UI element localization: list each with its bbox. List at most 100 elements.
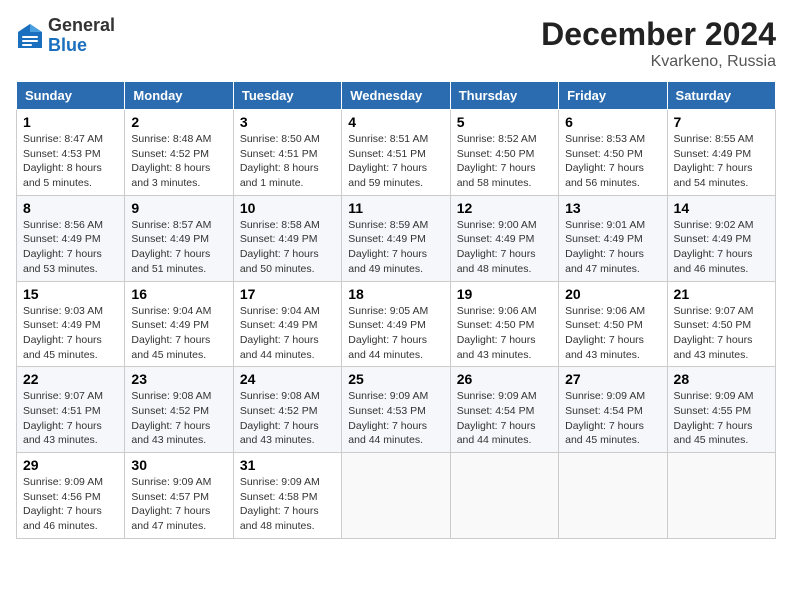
daylight: Daylight: 7 hours and 46 minutes. [674, 248, 753, 275]
day-cell [667, 453, 775, 539]
day-cell: 9 Sunrise: 8:57 AM Sunset: 4:49 PM Dayli… [125, 195, 233, 281]
sunrise: Sunrise: 8:48 AM [131, 133, 211, 145]
sunset: Sunset: 4:50 PM [457, 148, 535, 160]
sunset: Sunset: 4:55 PM [674, 405, 752, 417]
day-number: 16 [131, 286, 226, 302]
daylight: Daylight: 7 hours and 47 minutes. [131, 505, 210, 532]
sunset: Sunset: 4:53 PM [348, 405, 426, 417]
day-cell: 28 Sunrise: 9:09 AM Sunset: 4:55 PM Dayl… [667, 367, 775, 453]
sunset: Sunset: 4:49 PM [348, 319, 426, 331]
day-info: Sunrise: 9:02 AM Sunset: 4:49 PM Dayligh… [674, 218, 769, 277]
weekday-header-friday: Friday [559, 82, 667, 110]
daylight: Daylight: 7 hours and 46 minutes. [23, 505, 102, 532]
sunrise: Sunrise: 9:08 AM [131, 390, 211, 402]
day-info: Sunrise: 9:06 AM Sunset: 4:50 PM Dayligh… [565, 304, 660, 363]
weekday-header-sunday: Sunday [17, 82, 125, 110]
sunrise: Sunrise: 9:02 AM [674, 219, 754, 231]
daylight: Daylight: 7 hours and 43 minutes. [565, 334, 644, 361]
logo: General Blue [16, 16, 115, 56]
sunset: Sunset: 4:49 PM [23, 233, 101, 245]
day-info: Sunrise: 9:09 AM Sunset: 4:53 PM Dayligh… [348, 389, 443, 448]
sunrise: Sunrise: 9:04 AM [131, 305, 211, 317]
sunrise: Sunrise: 8:59 AM [348, 219, 428, 231]
sunrise: Sunrise: 8:55 AM [674, 133, 754, 145]
day-number: 22 [23, 371, 118, 387]
day-cell: 23 Sunrise: 9:08 AM Sunset: 4:52 PM Dayl… [125, 367, 233, 453]
sunrise: Sunrise: 8:57 AM [131, 219, 211, 231]
daylight: Daylight: 7 hours and 43 minutes. [674, 334, 753, 361]
daylight: Daylight: 7 hours and 48 minutes. [457, 248, 536, 275]
daylight: Daylight: 7 hours and 45 minutes. [23, 334, 102, 361]
day-number: 23 [131, 371, 226, 387]
daylight: Daylight: 7 hours and 45 minutes. [674, 420, 753, 447]
day-number: 20 [565, 286, 660, 302]
day-info: Sunrise: 9:07 AM Sunset: 4:51 PM Dayligh… [23, 389, 118, 448]
weekday-header-thursday: Thursday [450, 82, 558, 110]
sunset: Sunset: 4:50 PM [565, 319, 643, 331]
day-cell: 8 Sunrise: 8:56 AM Sunset: 4:49 PM Dayli… [17, 195, 125, 281]
day-cell: 1 Sunrise: 8:47 AM Sunset: 4:53 PM Dayli… [17, 110, 125, 196]
day-number: 11 [348, 200, 443, 216]
daylight: Daylight: 7 hours and 51 minutes. [131, 248, 210, 275]
logo-general: General [48, 16, 115, 36]
week-row-1: 1 Sunrise: 8:47 AM Sunset: 4:53 PM Dayli… [17, 110, 776, 196]
sunrise: Sunrise: 9:01 AM [565, 219, 645, 231]
day-number: 4 [348, 114, 443, 130]
day-number: 24 [240, 371, 335, 387]
day-cell: 18 Sunrise: 9:05 AM Sunset: 4:49 PM Dayl… [342, 281, 450, 367]
sunset: Sunset: 4:49 PM [23, 319, 101, 331]
daylight: Daylight: 8 hours and 5 minutes. [23, 162, 102, 189]
day-number: 1 [23, 114, 118, 130]
day-info: Sunrise: 9:00 AM Sunset: 4:49 PM Dayligh… [457, 218, 552, 277]
weekday-header-row: SundayMondayTuesdayWednesdayThursdayFrid… [17, 82, 776, 110]
day-info: Sunrise: 9:08 AM Sunset: 4:52 PM Dayligh… [240, 389, 335, 448]
sunrise: Sunrise: 8:52 AM [457, 133, 537, 145]
sunrise: Sunrise: 9:09 AM [131, 476, 211, 488]
day-cell: 22 Sunrise: 9:07 AM Sunset: 4:51 PM Dayl… [17, 367, 125, 453]
daylight: Daylight: 7 hours and 53 minutes. [23, 248, 102, 275]
sunrise: Sunrise: 9:09 AM [674, 390, 754, 402]
day-number: 3 [240, 114, 335, 130]
calendar-table: SundayMondayTuesdayWednesdayThursdayFrid… [16, 81, 776, 539]
sunrise: Sunrise: 9:09 AM [565, 390, 645, 402]
logo-blue: Blue [48, 36, 115, 56]
daylight: Daylight: 7 hours and 58 minutes. [457, 162, 536, 189]
day-info: Sunrise: 9:09 AM Sunset: 4:54 PM Dayligh… [565, 389, 660, 448]
day-info: Sunrise: 8:53 AM Sunset: 4:50 PM Dayligh… [565, 132, 660, 191]
weekday-header-monday: Monday [125, 82, 233, 110]
day-cell: 5 Sunrise: 8:52 AM Sunset: 4:50 PM Dayli… [450, 110, 558, 196]
day-info: Sunrise: 9:09 AM Sunset: 4:55 PM Dayligh… [674, 389, 769, 448]
daylight: Daylight: 7 hours and 43 minutes. [240, 420, 319, 447]
day-info: Sunrise: 8:55 AM Sunset: 4:49 PM Dayligh… [674, 132, 769, 191]
day-cell [342, 453, 450, 539]
day-cell: 25 Sunrise: 9:09 AM Sunset: 4:53 PM Dayl… [342, 367, 450, 453]
day-info: Sunrise: 9:09 AM Sunset: 4:56 PM Dayligh… [23, 475, 118, 534]
day-info: Sunrise: 8:58 AM Sunset: 4:49 PM Dayligh… [240, 218, 335, 277]
sunrise: Sunrise: 8:53 AM [565, 133, 645, 145]
sunset: Sunset: 4:49 PM [457, 233, 535, 245]
sunset: Sunset: 4:51 PM [240, 148, 318, 160]
day-cell [450, 453, 558, 539]
day-info: Sunrise: 9:04 AM Sunset: 4:49 PM Dayligh… [131, 304, 226, 363]
day-cell: 11 Sunrise: 8:59 AM Sunset: 4:49 PM Dayl… [342, 195, 450, 281]
sunrise: Sunrise: 9:09 AM [348, 390, 428, 402]
day-cell: 16 Sunrise: 9:04 AM Sunset: 4:49 PM Dayl… [125, 281, 233, 367]
day-info: Sunrise: 8:59 AM Sunset: 4:49 PM Dayligh… [348, 218, 443, 277]
day-info: Sunrise: 9:09 AM Sunset: 4:54 PM Dayligh… [457, 389, 552, 448]
day-number: 13 [565, 200, 660, 216]
daylight: Daylight: 7 hours and 43 minutes. [131, 420, 210, 447]
day-info: Sunrise: 9:04 AM Sunset: 4:49 PM Dayligh… [240, 304, 335, 363]
day-number: 29 [23, 457, 118, 473]
day-cell: 30 Sunrise: 9:09 AM Sunset: 4:57 PM Dayl… [125, 453, 233, 539]
sunset: Sunset: 4:49 PM [240, 319, 318, 331]
sunrise: Sunrise: 9:06 AM [457, 305, 537, 317]
day-cell: 10 Sunrise: 8:58 AM Sunset: 4:49 PM Dayl… [233, 195, 341, 281]
sunset: Sunset: 4:52 PM [240, 405, 318, 417]
day-info: Sunrise: 8:51 AM Sunset: 4:51 PM Dayligh… [348, 132, 443, 191]
daylight: Daylight: 7 hours and 56 minutes. [565, 162, 644, 189]
day-number: 25 [348, 371, 443, 387]
day-info: Sunrise: 9:03 AM Sunset: 4:49 PM Dayligh… [23, 304, 118, 363]
sunrise: Sunrise: 9:03 AM [23, 305, 103, 317]
day-cell: 6 Sunrise: 8:53 AM Sunset: 4:50 PM Dayli… [559, 110, 667, 196]
day-number: 18 [348, 286, 443, 302]
